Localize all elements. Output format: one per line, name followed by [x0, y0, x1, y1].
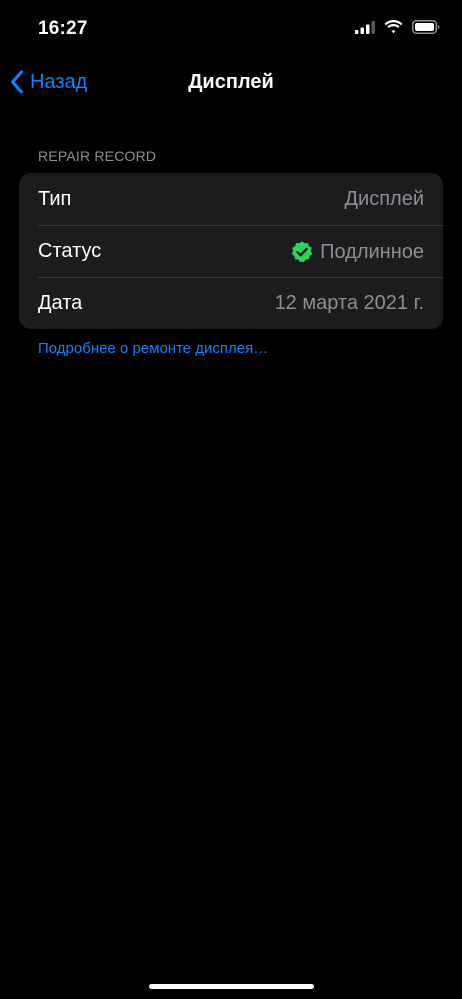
row-date: Дата 12 марта 2021 г.: [19, 277, 443, 329]
row-type: Тип Дисплей: [19, 173, 443, 225]
battery-icon: [412, 20, 440, 34]
home-indicator[interactable]: [149, 984, 314, 989]
signal-icon: [355, 20, 375, 34]
page-title: Дисплей: [188, 71, 274, 93]
status-time: 16:27: [38, 18, 88, 39]
row-separator: [38, 225, 443, 226]
row-date-label: Дата: [38, 292, 83, 314]
wifi-icon: [384, 20, 403, 34]
row-status-label: Статус: [38, 240, 102, 262]
display-repair-info-link[interactable]: Подробнее о ремонте дисплея…: [38, 340, 268, 357]
row-separator: [38, 277, 443, 278]
row-status-value-group: Подлинное: [290, 240, 424, 264]
row-type-label: Тип: [38, 188, 72, 210]
repair-record-group: Тип Дисплей Статус Подлинное Дата 12 мар…: [19, 173, 443, 329]
section-header: REPAIR RECORD: [38, 148, 157, 164]
status-bar: 16:27: [0, 0, 462, 58]
row-status: Статус Подлинное: [19, 225, 443, 277]
status-icons: [355, 20, 440, 34]
navigation-bar: Назад Дисплей: [0, 60, 462, 104]
verified-check-icon: [291, 241, 313, 263]
row-status-value: Подлинное: [320, 240, 424, 263]
row-date-value: 12 марта 2021 г.: [274, 292, 424, 314]
row-type-value: Дисплей: [344, 188, 424, 210]
